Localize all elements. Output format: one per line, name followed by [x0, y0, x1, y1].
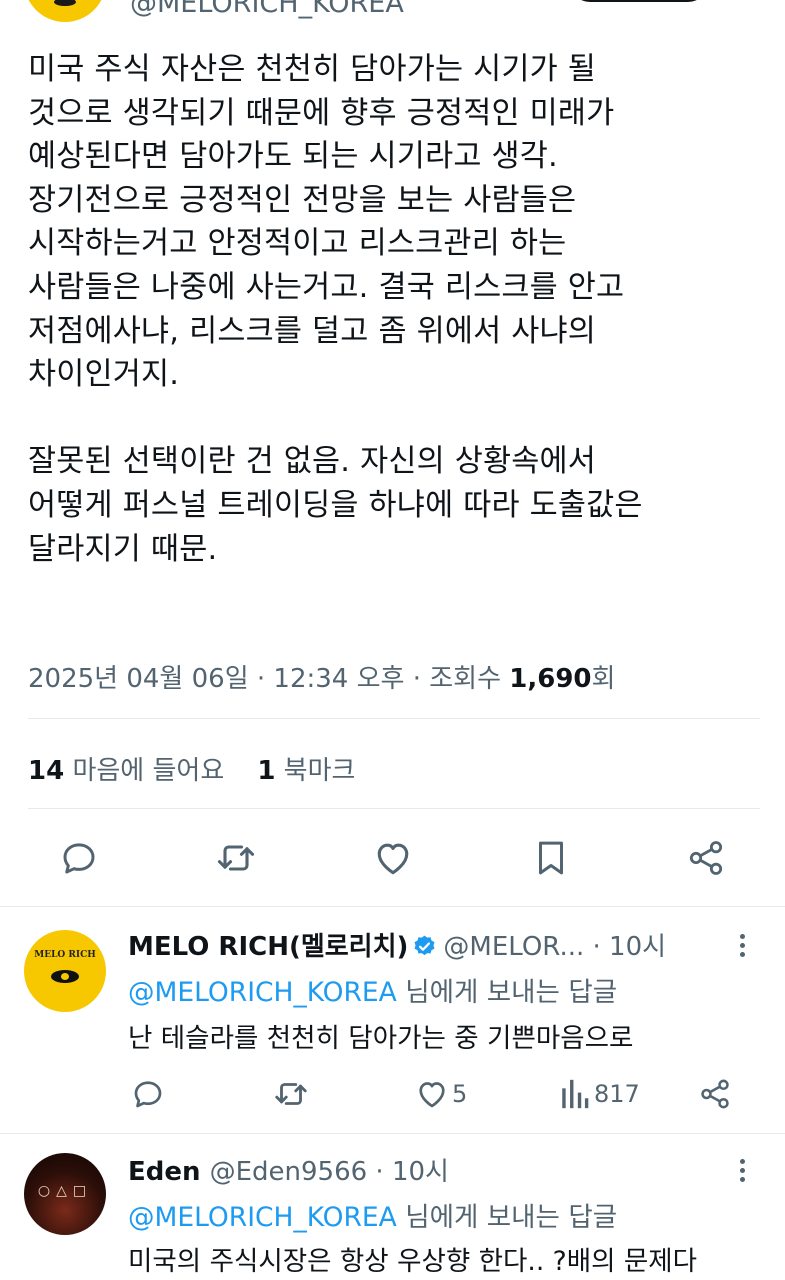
display-name[interactable]: Eden	[128, 1157, 201, 1187]
speech-bubble-icon	[63, 843, 95, 874]
mention-link[interactable]: @MELORICH_KOREA	[128, 977, 397, 1008]
author-handle[interactable]: @MELORICH_KOREA	[130, 0, 404, 19]
reply-header: MELO RICH(멜로리치) @MELOR... · 10시	[128, 926, 666, 963]
bookmarks-label: 북마크	[283, 756, 356, 786]
handle-time[interactable]: @MELOR... · 10시	[443, 932, 666, 962]
tweet-body: 미국 주식 자산은 천천히 담아가는 시기가 될 것으로 생각되기 때문에 향후…	[28, 52, 643, 567]
views-count: 817	[594, 1080, 640, 1108]
avatar-logo-text: MELO RICH	[34, 950, 96, 960]
display-name[interactable]: MELO RICH(멜로리치)	[128, 932, 408, 962]
like-button[interactable]	[371, 832, 415, 884]
reply-text: 난 테슬라를 천천히 담아가는 중 기쁜마음으로	[128, 1023, 634, 1054]
speech-bubble-icon	[134, 1081, 162, 1108]
author-avatar[interactable]	[24, 0, 106, 22]
repost-button[interactable]	[214, 832, 258, 884]
view-count: 1,690	[509, 664, 592, 694]
heart-icon	[419, 1082, 445, 1108]
reply-item[interactable]: MELO RICH MELO RICH(멜로리치) @MELOR... · 10시…	[0, 906, 785, 1132]
heart-icon	[377, 843, 409, 875]
reply-button[interactable]	[130, 1068, 166, 1120]
mention-link[interactable]: @MELORICH_KOREA	[128, 1202, 397, 1233]
follow-button[interactable]	[570, 0, 708, 2]
likes-label: 마음에 들어요	[72, 756, 225, 786]
replying-suffix: 님에게 보내는 답글	[396, 1202, 618, 1233]
verified-badge-icon	[414, 935, 435, 956]
share-icon	[689, 841, 723, 875]
share-button[interactable]	[686, 832, 726, 884]
reply-button[interactable]	[58, 832, 100, 884]
replying-to: @MELORICH_KOREA 님에게 보내는 답글	[128, 970, 617, 1009]
handle-time[interactable]: @Eden9566 · 10시	[210, 1157, 449, 1187]
divider	[28, 808, 760, 809]
tweet-action-bar	[0, 832, 785, 884]
replying-to: @MELORICH_KOREA 님에게 보내는 답글	[128, 1195, 617, 1234]
tweet-timestamp[interactable]: 2025년 04월 06일 · 12:34 오후 · 조회수	[28, 664, 509, 694]
bookmarks-stat[interactable]: 1 북마크	[257, 756, 355, 786]
more-vertical-icon[interactable]	[738, 1159, 748, 1186]
share-icon	[701, 1079, 729, 1109]
bookmarks-count: 1	[257, 756, 276, 786]
avatar[interactable]: MELO RICH	[24, 930, 106, 1012]
replying-suffix: 님에게 보내는 답글	[396, 977, 618, 1008]
reply-header: Eden @Eden9566 · 10시	[128, 1151, 449, 1188]
likes-count: 14	[28, 756, 65, 786]
reply-item[interactable]: ○△□ Eden @Eden9566 · 10시 @MELORICH_KOREA…	[0, 1133, 785, 1280]
likes-stat[interactable]: 14 마음에 들어요	[28, 756, 224, 786]
reply-text: 미국의 주식시장은 항상 우상향 한다.. ?배의 문제다	[128, 1246, 698, 1277]
more-vertical-icon[interactable]	[738, 934, 748, 961]
tweet-meta: 2025년 04월 06일 · 12:34 오후 · 조회수 1,690회	[28, 658, 615, 695]
view-unit: 회	[591, 664, 616, 694]
views-button[interactable]: 817	[560, 1068, 640, 1120]
engagement-stats: 14 마음에 들어요 1 북마크	[28, 750, 355, 787]
like-button[interactable]: 5	[414, 1068, 467, 1120]
avatar-shapes-icon: ○△□	[37, 1183, 93, 1199]
share-button[interactable]	[698, 1068, 732, 1120]
repost-arrows-icon	[275, 1083, 307, 1105]
like-count: 5	[452, 1080, 468, 1108]
bar-chart-icon	[562, 1079, 589, 1109]
eye-icon	[51, 970, 79, 983]
divider	[28, 718, 760, 719]
repost-button[interactable]	[272, 1068, 310, 1120]
avatar[interactable]: ○△□	[24, 1153, 106, 1235]
bookmark-button[interactable]	[530, 832, 572, 884]
repost-arrows-icon	[217, 845, 255, 871]
reply-action-bar: 5 817	[0, 1068, 785, 1120]
bookmark-icon	[539, 841, 563, 875]
